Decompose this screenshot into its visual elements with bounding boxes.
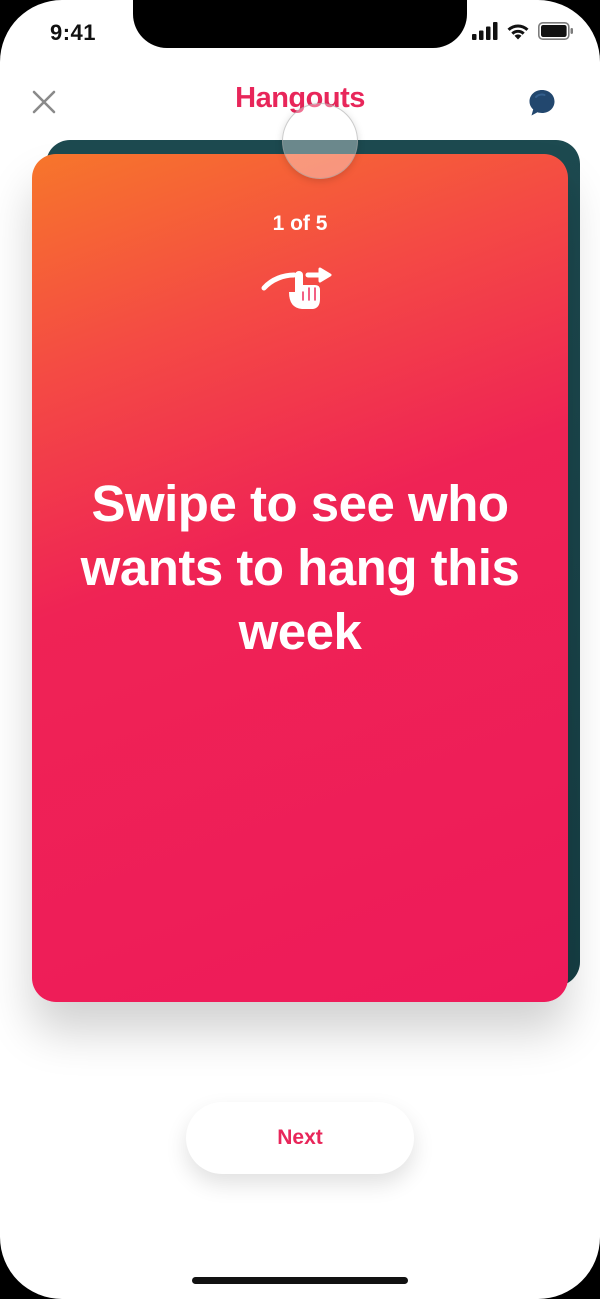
card-counter: 1 of 5 bbox=[272, 212, 328, 235]
touch-indicator bbox=[282, 103, 358, 179]
status-time: 9:41 bbox=[50, 20, 97, 45]
signal-icon bbox=[472, 22, 498, 40]
status-icons bbox=[472, 22, 574, 40]
card-headline: Swipe to see who wants to hang this week bbox=[80, 475, 520, 660]
swipe-gesture-icon bbox=[261, 267, 332, 309]
wifi-icon bbox=[507, 24, 529, 40]
device-notch bbox=[133, 0, 467, 48]
next-button[interactable]: Next bbox=[186, 1102, 414, 1174]
chat-button[interactable] bbox=[528, 88, 556, 118]
home-indicator[interactable] bbox=[192, 1277, 408, 1284]
hangout-card[interactable]: 1 of 5 Swipe to see who wants to hang th… bbox=[32, 154, 568, 1002]
battery-icon bbox=[538, 22, 573, 40]
phone-screen: 9:41 Hangouts 1 of 5 Swipe to see who wa… bbox=[0, 0, 600, 1299]
chat-bubble-icon bbox=[529, 90, 555, 116]
